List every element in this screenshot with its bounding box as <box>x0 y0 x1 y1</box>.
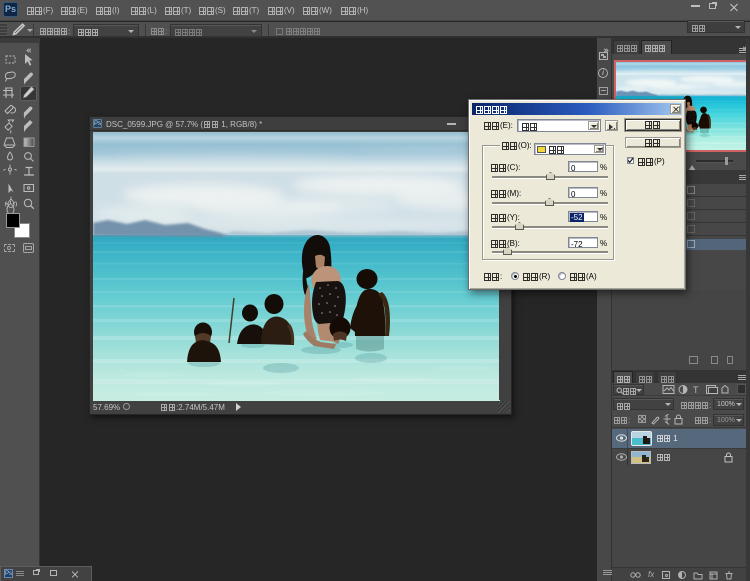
svg-text:T: T <box>693 385 699 395</box>
